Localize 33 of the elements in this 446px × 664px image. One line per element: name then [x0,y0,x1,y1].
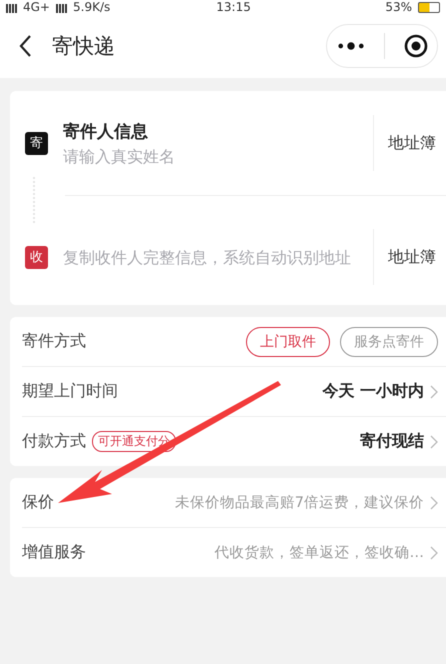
row-value[interactable]: 今天 一小时内 [322,381,424,402]
section-title: 寄件人信息 [63,121,149,143]
chevron-icon [430,434,438,448]
contact-badge: 收 [25,246,48,268]
row-label: 寄件方式 [22,331,86,352]
address-book-button[interactable]: 地址簿 [373,115,446,171]
battery-icon [418,2,440,13]
name-input-field[interactable]: 请输入真实姓名 [63,147,355,166]
back-icon[interactable] [18,34,32,58]
chevron-icon [430,546,438,560]
contact-badge: 寄 [25,132,48,154]
network-speed: 5.9K/s [73,1,110,13]
close-icon[interactable] [404,34,428,58]
row-value[interactable]: 代收货款，签单返还，签收确… [214,543,424,562]
clock: 13:15 [216,1,251,13]
row-value[interactable]: 未保价物品最高赔7倍运费，建议保价 [174,493,424,512]
page-title: 寄快递 [52,32,115,60]
shipping-option[interactable]: 服务点寄件 [340,326,438,356]
more-icon[interactable] [336,40,364,50]
battery-level: 53% [385,1,412,13]
chevron-icon [430,384,438,398]
signal-icon [56,4,67,13]
shipping-option[interactable]: 上门取件 [246,326,330,356]
row-label: 付款方式 [22,431,86,452]
chevron-icon [430,496,438,510]
network-type: 4G+ [23,1,50,13]
row-label: 期望上门时间 [22,381,118,402]
row-label: 保价 [22,492,54,513]
signal-icon [6,4,17,13]
row-label: 增值服务 [22,542,86,563]
name-input-field[interactable]: 复制收件人完整信息，系统自动识别地址 [63,248,355,266]
address-book-button[interactable]: 地址簿 [373,229,446,285]
row-value[interactable]: 寄付现结 [360,431,424,452]
